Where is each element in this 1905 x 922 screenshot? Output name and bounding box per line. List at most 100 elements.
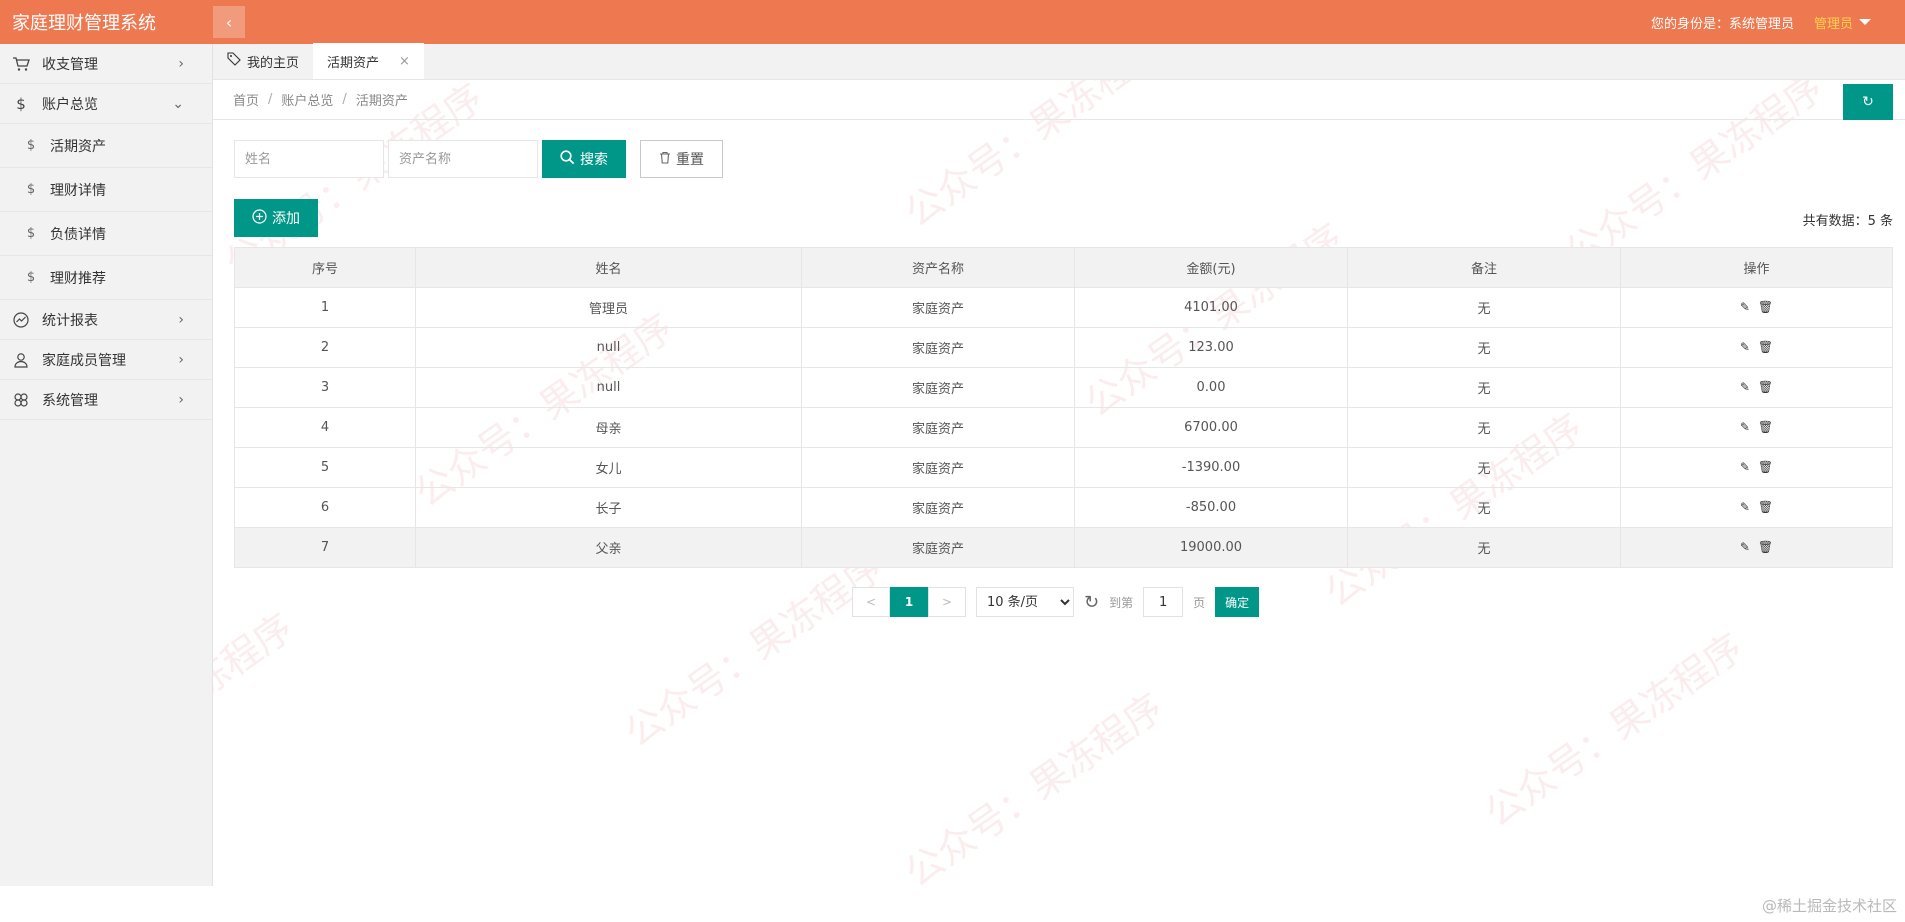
goto-page-input[interactable]: [1143, 587, 1184, 617]
breadcrumb-account-overview[interactable]: 账户总览: [281, 90, 333, 109]
footer-watermark: @稀土掘金技术社区: [1761, 897, 1897, 915]
top-header: 家庭理财管理系统 ‹ 您的身份是：系统管理员 管理员: [0, 0, 1905, 44]
table-row: 7 父亲 家庭资产 19000.00 无 ✎ 🗑: [234, 527, 1893, 568]
reset-button[interactable]: 重置: [640, 140, 723, 178]
breadcrumb: 首页 / 账户总览 / 活期资产 ↻: [213, 80, 1905, 120]
chevron-right-icon: ›: [178, 351, 184, 368]
cell-actions: ✎ 🗑: [1620, 527, 1893, 568]
watermark-text: 公众号：果冻程序: [616, 545, 892, 756]
tab-current-assets[interactable]: 活期资产 ×: [313, 43, 424, 79]
chart-icon: [12, 311, 30, 329]
delete-icon[interactable]: 🗑: [1758, 380, 1773, 394]
sidebar-subitem-debt-details[interactable]: $ 负债详情: [0, 212, 212, 256]
next-page-button[interactable]: >: [928, 587, 966, 617]
cell-index: 1: [234, 287, 416, 328]
user-icon: [12, 351, 30, 369]
sidebar-item-income-expense[interactable]: 收支管理 ›: [0, 44, 212, 84]
cell-remark: 无: [1347, 447, 1621, 488]
edit-icon[interactable]: ✎: [1740, 340, 1750, 354]
cell-index: 5: [234, 447, 416, 488]
chevron-down-icon: ⌄: [172, 95, 184, 112]
cell-asset: 家庭资产: [801, 487, 1075, 528]
cell-amount: -1390.00: [1074, 447, 1348, 488]
sidebar-item-system[interactable]: 系统管理 ›: [0, 380, 212, 420]
sidebar-subitem-label: 负债详情: [50, 226, 106, 243]
delete-icon[interactable]: 🗑: [1758, 420, 1773, 434]
sidebar-item-label: 账户总览: [42, 96, 98, 113]
edit-icon[interactable]: ✎: [1740, 420, 1750, 434]
confirm-goto-button[interactable]: 确定: [1215, 587, 1260, 617]
sidebar-item-reports[interactable]: 统计报表 ›: [0, 300, 212, 340]
sidebar: 收支管理 › $ 账户总览 ⌄ $ 活期资产 $ 理财详情 $ 负债详情 $ 理…: [0, 44, 213, 886]
dollar-icon: $: [26, 138, 36, 153]
search-form: 搜索 重置: [234, 140, 723, 178]
page-refresh-button[interactable]: ↻: [1843, 84, 1893, 120]
edit-icon[interactable]: ✎: [1740, 300, 1750, 314]
assets-table: 序号 姓名 资产名称 金额(元) 备注 操作 1 管理员 家庭资产 4101.0…: [234, 247, 1893, 568]
refresh-icon[interactable]: ↻: [1084, 592, 1099, 613]
sidebar-item-label: 统计报表: [42, 312, 98, 329]
trash-icon: [659, 151, 671, 168]
breadcrumb-home[interactable]: 首页: [233, 90, 259, 109]
caret-down-icon: [1859, 19, 1871, 25]
cell-name: 父亲: [415, 527, 802, 568]
edit-icon[interactable]: ✎: [1740, 540, 1750, 554]
dollar-icon: $: [26, 182, 36, 197]
search-button-label: 搜索: [580, 152, 608, 168]
name-search-input[interactable]: [234, 140, 384, 178]
reset-button-label: 重置: [676, 152, 704, 168]
cell-asset: 家庭资产: [801, 527, 1075, 568]
col-header-index: 序号: [234, 247, 416, 288]
tag-icon: [227, 52, 241, 70]
search-button[interactable]: 搜索: [542, 140, 626, 178]
collapse-sidebar-button[interactable]: ‹: [213, 6, 245, 38]
sidebar-item-family-members[interactable]: 家庭成员管理 ›: [0, 340, 212, 380]
asset-search-input[interactable]: [388, 140, 538, 178]
page-size-select[interactable]: 10 条/页: [976, 587, 1074, 617]
edit-icon[interactable]: ✎: [1740, 500, 1750, 514]
edit-icon[interactable]: ✎: [1740, 460, 1750, 474]
tab-label: 活期资产: [327, 55, 380, 71]
delete-icon[interactable]: 🗑: [1758, 300, 1773, 314]
delete-icon[interactable]: 🗑: [1758, 460, 1773, 474]
cell-remark: 无: [1347, 407, 1621, 448]
col-header-name: 姓名: [415, 247, 802, 288]
sidebar-subitem-finance-recommend[interactable]: $ 理财推荐: [0, 256, 212, 300]
page-unit-label: 页: [1193, 595, 1206, 610]
cell-name: 管理员: [415, 287, 802, 328]
table-row: 5 女儿 家庭资产 -1390.00 无 ✎ 🗑: [234, 447, 1893, 488]
dollar-icon: $: [16, 94, 26, 113]
total-count: 共有数据：5 条: [1802, 214, 1893, 229]
cell-index: 6: [234, 487, 416, 528]
app-title: 家庭理财管理系统: [12, 13, 156, 34]
sidebar-subitem-label: 理财推荐: [50, 270, 106, 287]
cell-remark: 无: [1347, 327, 1621, 368]
add-button-label: 添加: [272, 211, 300, 227]
sidebar-item-account-overview[interactable]: $ 账户总览 ⌄: [0, 84, 212, 124]
cell-asset: 家庭资产: [801, 407, 1075, 448]
watermark-text: 公众号：果冻程序: [1476, 625, 1752, 836]
flower-icon: [12, 391, 30, 409]
cell-name: 长子: [415, 487, 802, 528]
cell-index: 4: [234, 407, 416, 448]
cell-amount: 4101.00: [1074, 287, 1348, 328]
add-button[interactable]: 添加: [234, 199, 318, 237]
delete-icon[interactable]: 🗑: [1758, 500, 1773, 514]
close-icon[interactable]: ×: [399, 54, 410, 69]
delete-icon[interactable]: 🗑: [1758, 340, 1773, 354]
table-row: 6 长子 家庭资产 -850.00 无 ✎ 🗑: [234, 487, 1893, 528]
sidebar-subitem-current-assets[interactable]: $ 活期资产: [0, 124, 212, 168]
cell-index: 2: [234, 327, 416, 368]
cell-name: null: [415, 327, 802, 368]
col-header-amount: 金额(元): [1074, 247, 1348, 288]
admin-menu[interactable]: 管理员: [1814, 13, 1871, 32]
tab-home[interactable]: 我的主页: [213, 43, 313, 79]
page-number-current[interactable]: 1: [890, 587, 928, 617]
prev-page-button[interactable]: <: [852, 587, 890, 617]
edit-icon[interactable]: ✎: [1740, 380, 1750, 394]
breadcrumb-separator: /: [268, 92, 273, 107]
delete-icon[interactable]: 🗑: [1758, 540, 1773, 554]
sidebar-subitem-label: 理财详情: [50, 182, 106, 199]
chevron-right-icon: ›: [178, 391, 184, 408]
sidebar-subitem-finance-details[interactable]: $ 理财详情: [0, 168, 212, 212]
